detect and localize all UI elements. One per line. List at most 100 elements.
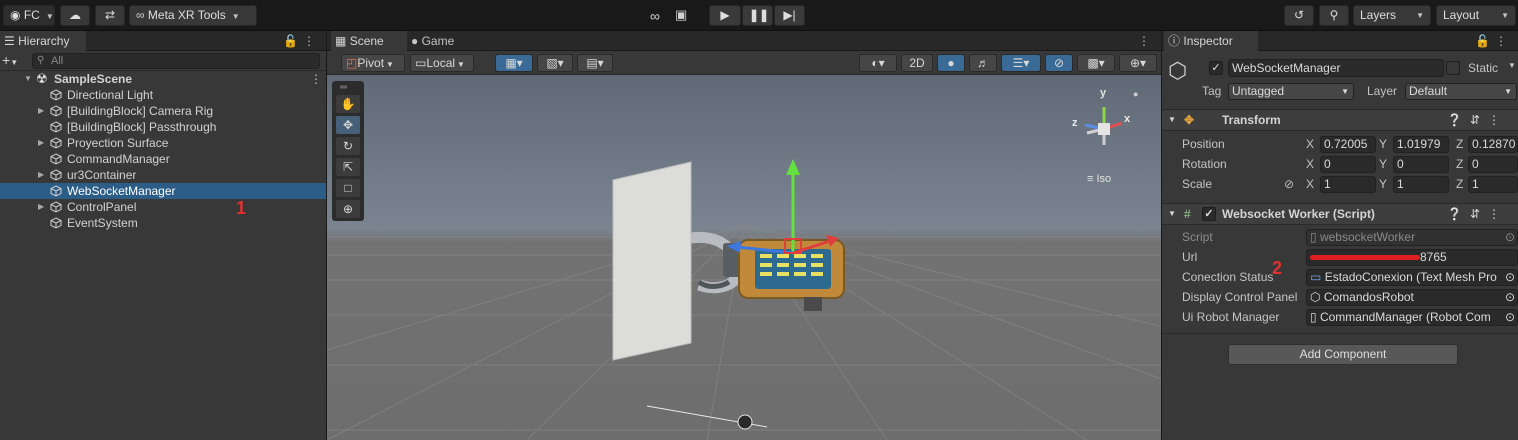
help-icon[interactable]: ❔ [1447,207,1470,221]
panel-menu[interactable]: ⋮ [1138,31,1155,51]
collapse-arrow-icon[interactable]: ▼ [1168,110,1176,130]
scene-viewport[interactable]: y x z ● ≡ Iso ═ ✋ ✥ ↻ ⇱ □ ⊕ [327,75,1161,440]
transform-header[interactable]: ▼ ✥ Transform ❔⇵⋮ [1162,109,1518,131]
gizmo-lock-icon[interactable]: ● [1133,89,1138,99]
hierarchy-item[interactable]: Directional Light [0,87,326,103]
projection-mode-toggle[interactable]: ≡ Iso [1087,173,1111,185]
layers-dropdown[interactable]: Layers ▼ [1353,5,1431,26]
more-icon[interactable]: ⋮ [1495,34,1512,48]
rotation-x-field[interactable]: 0 [1320,156,1376,173]
static-checkbox[interactable] [1446,61,1460,75]
tab-inspector[interactable]: ⓘ Inspector [1164,31,1258,51]
lock-icon[interactable]: 🔓 [283,34,303,48]
object-picker-icon[interactable]: ⊙ [1504,310,1515,325]
help-icon[interactable]: ❔ [1447,113,1470,127]
expand-arrow-icon[interactable]: ▼ [24,71,32,87]
collapse-arrow-icon[interactable]: ▼ [1168,204,1176,224]
hierarchy-item[interactable]: ▶ ControlPanel [0,199,326,215]
url-field[interactable]: 8765 [1306,249,1518,266]
lighting-toggle[interactable]: ● [937,54,965,72]
hierarchy-item[interactable]: WebSocketManager [0,183,326,199]
scene-visibility-toggle[interactable]: ⊘ [1045,54,1073,72]
object-picker-icon[interactable]: ⊙ [1505,230,1515,245]
toggle-2d-button[interactable]: 2D [901,54,933,72]
history-button[interactable]: ↺ [1284,5,1314,26]
hand-tool[interactable]: ✋ [336,95,360,113]
constrain-proportions-icon[interactable]: ⊘ [1284,174,1294,194]
panel-menu[interactable]: 🔓⋮ [283,31,320,51]
display-control-panel-field[interactable]: ⬡ ComandosRobot ⊙ [1306,289,1518,306]
layer-dropdown[interactable]: Default ▼ [1405,83,1517,100]
expand-arrow-icon[interactable]: ▶ [38,135,44,151]
conection-status-field[interactable]: ▭ EstadoConexion (Text Mesh Pro ⊙ [1306,269,1518,286]
collab-button[interactable]: ⇄ [95,5,125,26]
transform-tool[interactable]: ⊕ [336,200,360,218]
layout-dropdown[interactable]: Layout ▼ [1436,5,1516,26]
rect-tool[interactable]: □ [336,179,360,197]
increment-snap-button[interactable]: ▧▾ [537,54,573,72]
tab-scene[interactable]: ▦ Scene [331,31,407,51]
local-dropdown[interactable]: ▭Local ▼ [410,54,474,72]
chevron-down-icon[interactable]: ▼ [1508,61,1516,70]
component-actions[interactable]: ❔⇵⋮ [1447,110,1508,130]
add-icon[interactable]: +▼ [2,52,18,68]
shading-mode-dropdown[interactable]: ◐▾ [859,54,897,72]
rotation-z-field[interactable]: 0 [1468,156,1518,173]
hierarchy-item[interactable]: ▶ ur3Container [0,167,326,183]
preset-icon[interactable]: ⇵ [1470,207,1488,221]
position-z-field[interactable]: 0.12870 [1468,136,1518,153]
search-button[interactable]: ⚲ [1319,5,1349,26]
scale-x-field[interactable]: 1 [1320,176,1376,193]
more-icon[interactable]: ⋮ [1488,113,1508,127]
preset-icon[interactable]: ⇵ [1470,113,1488,127]
scene-root-row[interactable]: ▼ ☢ SampleScene ⋮ [0,71,326,87]
account-dropdown[interactable]: ◉ FC ▼ [3,5,55,26]
more-icon[interactable]: ⋮ [303,34,320,48]
audio-toggle[interactable]: ♬ [969,54,997,72]
move-tool[interactable]: ✥ [336,116,360,134]
effects-dropdown[interactable]: ☰▾ [1001,54,1041,72]
expand-arrow-icon[interactable]: ▶ [38,167,44,183]
hierarchy-item[interactable]: CommandManager [0,151,326,167]
ui-robot-manager-field[interactable]: ▯ CommandManager (Robot Com ⊙ [1306,309,1518,326]
more-icon[interactable]: ⋮ [310,71,322,87]
pivot-dropdown[interactable]: ◰Pivot ▼ [341,54,405,72]
expand-arrow-icon[interactable]: ▶ [38,103,44,119]
gizmos-dropdown[interactable]: ⊕▾ [1119,54,1157,72]
grid-snap-button[interactable]: ▦▾ [495,54,533,72]
projection-surface-object[interactable] [612,161,692,361]
hierarchy-item[interactable]: EventSystem [0,215,326,231]
simulator-icon[interactable]: ▣ [675,7,687,23]
more-icon[interactable]: ⋮ [1138,34,1155,48]
camera-dropdown[interactable]: ▩▾ [1077,54,1115,72]
rotate-tool[interactable]: ↻ [336,137,360,155]
ruler-button[interactable]: ▤▾ [577,54,613,72]
expand-arrow-icon[interactable]: ▶ [38,199,44,215]
position-y-field[interactable]: 1.01979 [1393,136,1449,153]
hierarchy-search-input[interactable]: ⚲ All [32,53,320,69]
active-checkbox[interactable]: ✓ [1209,61,1223,75]
scale-z-field[interactable]: 1 [1468,176,1518,193]
rotation-y-field[interactable]: 0 [1393,156,1449,173]
scale-y-field[interactable]: 1 [1393,176,1449,193]
scale-tool[interactable]: ⇱ [336,158,360,176]
camera-rig-object[interactable] [646,405,768,430]
cloud-button[interactable]: ☁ [60,5,90,26]
position-x-field[interactable]: 0.72005 [1320,136,1376,153]
hierarchy-item[interactable]: ▶ Proyection Surface [0,135,326,151]
object-picker-icon[interactable]: ⊙ [1505,290,1515,305]
more-icon[interactable]: ⋮ [1488,207,1508,221]
hierarchy-item[interactable]: ▶ [BuildingBlock] Camera Rig [0,103,326,119]
websocket-worker-header[interactable]: ▼ # ✓ Websocket Worker (Script) ❔⇵⋮ [1162,203,1518,225]
add-component-button[interactable]: Add Component [1228,344,1458,365]
meta-xr-tools-dropdown[interactable]: ∞ Meta XR Tools ▼ [129,5,257,26]
lock-icon[interactable]: 🔓 [1475,34,1495,48]
tag-dropdown[interactable]: Untagged ▼ [1228,83,1354,100]
panel-menu[interactable]: 🔓⋮ [1475,31,1512,51]
component-enabled-checkbox[interactable]: ✓ [1202,207,1216,221]
tab-hierarchy[interactable]: ☰ Hierarchy [0,31,86,51]
component-actions[interactable]: ❔⇵⋮ [1447,204,1508,224]
overlay-drag-handle[interactable]: ═ [340,82,347,93]
tab-game[interactable]: ● Game [411,31,481,51]
pause-button[interactable]: ❚❚ [742,5,773,26]
